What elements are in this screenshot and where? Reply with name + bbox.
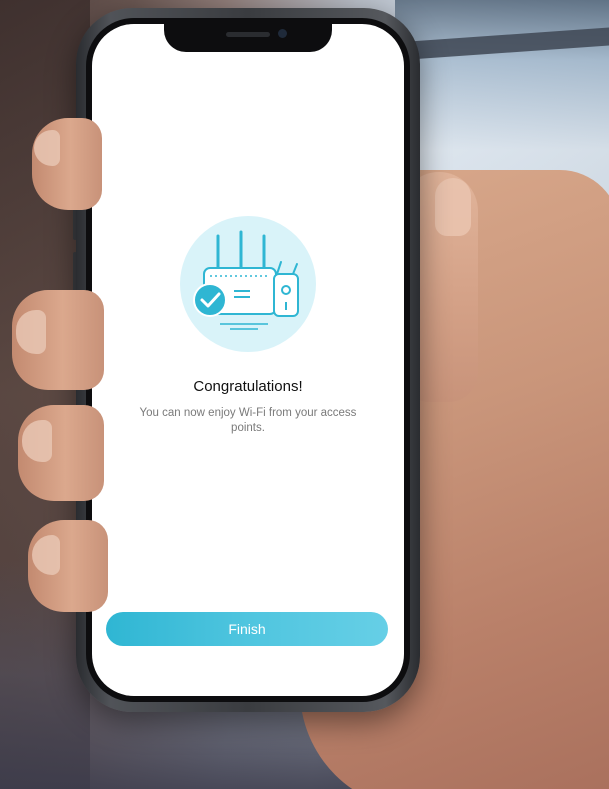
finger-nail: [16, 310, 46, 354]
finish-button[interactable]: Finish: [106, 612, 388, 646]
app-screen: Congratulations! You can now enjoy Wi-Fi…: [92, 24, 404, 696]
phone-device: Congratulations! You can now enjoy Wi-Fi…: [76, 8, 420, 712]
thumb-nail: [435, 178, 471, 236]
front-camera-icon: [278, 29, 287, 38]
success-message: You can now enjoy Wi-Fi from your access…: [139, 407, 357, 434]
photo-scene: Congratulations! You can now enjoy Wi-Fi…: [0, 0, 609, 789]
phone-notch: [164, 24, 332, 52]
finger-nail: [22, 420, 52, 462]
phone-speaker: [226, 32, 270, 37]
success-title: Congratulations!: [193, 378, 303, 395]
router-extender-illustration: [180, 216, 316, 352]
